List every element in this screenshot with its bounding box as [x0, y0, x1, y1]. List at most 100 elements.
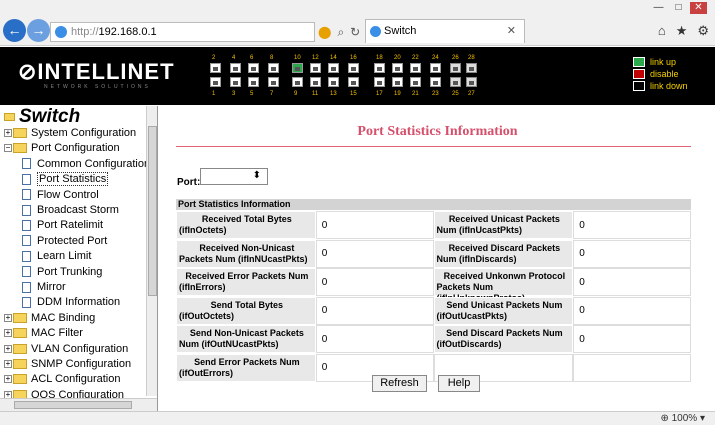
collapse-icon[interactable]: − — [4, 144, 12, 153]
expand-icon[interactable]: + — [4, 375, 12, 384]
sidebar-item[interactable]: Mirror — [22, 280, 66, 295]
port-icon[interactable] — [248, 77, 259, 87]
browser-tab[interactable]: Switch ✕ — [365, 19, 525, 43]
tab-icon — [370, 26, 381, 37]
sidebar-item[interactable]: + VLAN Configuration — [4, 342, 128, 357]
stat-label: Send Error Packets Num (ifOutErrors) — [176, 353, 316, 382]
zoom-level[interactable]: ⊕ 100% ▾ — [660, 413, 705, 424]
sidebar-item[interactable]: Port Statistics — [22, 172, 109, 187]
port-icon[interactable] — [268, 77, 279, 87]
port-icon[interactable] — [410, 63, 421, 73]
sidebar-horizontal-scrollbar[interactable] — [0, 398, 157, 411]
home-icon[interactable]: ⌂ — [658, 23, 666, 39]
port-icon[interactable] — [450, 63, 461, 73]
port-select[interactable]: ⬍ — [200, 168, 268, 185]
legend-link-down: link down — [633, 81, 688, 91]
port-icon[interactable] — [392, 77, 403, 87]
port-icon[interactable] — [392, 63, 403, 73]
sidebar-item-label: Port Configuration — [31, 142, 120, 155]
sidebar-item-label: Learn Limit — [37, 250, 92, 263]
sidebar-item[interactable]: + ACL Configuration — [4, 372, 120, 387]
page-icon — [22, 158, 31, 170]
port-number-bottom: 23 — [432, 91, 439, 97]
port-icon[interactable] — [292, 63, 303, 73]
port-icon[interactable] — [230, 77, 241, 87]
port-icon[interactable] — [348, 77, 359, 87]
sidebar-item[interactable]: Broadcast Storm — [22, 203, 119, 218]
forward-button[interactable]: → — [27, 19, 50, 42]
port-icon[interactable] — [466, 77, 477, 87]
port-icon[interactable] — [210, 77, 221, 87]
sidebar-item[interactable]: − Port Configuration — [4, 141, 120, 156]
sidebar-item-label: Mirror — [37, 281, 66, 293]
port-icon[interactable] — [210, 63, 221, 73]
folder-icon — [13, 328, 27, 339]
sidebar-item[interactable]: + System Configuration — [4, 126, 136, 141]
address-bar[interactable]: http://192.168.0.1 — [50, 22, 315, 42]
sidebar-vertical-scrollbar[interactable] — [146, 106, 157, 396]
sidebar-item[interactable]: Protected Port — [22, 234, 107, 249]
stat-label: Received Non-Unicast Packets Num (ifInNUc… — [176, 239, 316, 268]
expand-icon[interactable]: + — [4, 313, 12, 322]
refresh-button[interactable]: Refresh — [372, 375, 427, 392]
sidebar-item[interactable]: Learn Limit — [22, 249, 91, 264]
port-icon[interactable] — [328, 77, 339, 87]
expand-icon[interactable]: + — [4, 129, 12, 138]
port-icon[interactable] — [268, 63, 279, 73]
port-number-bottom: 15 — [350, 91, 357, 97]
legend-disable: disable — [633, 69, 679, 79]
back-button[interactable]: ← — [3, 19, 26, 42]
sidebar-item[interactable]: Common Configuration — [22, 157, 150, 172]
port-icon[interactable] — [430, 77, 441, 87]
port-icon[interactable] — [248, 63, 259, 73]
help-button[interactable]: Help — [438, 375, 480, 392]
compat-icon[interactable]: ⬤ — [318, 22, 331, 42]
port-icon[interactable] — [430, 63, 441, 73]
sidebar-item[interactable]: Port Trunking — [22, 265, 102, 280]
port-number-top: 18 — [376, 55, 383, 61]
close-tab-icon[interactable]: ✕ — [507, 20, 516, 42]
port-icon[interactable] — [466, 63, 477, 73]
table-row: Send Error Packets Num (ifOutErrors) 0 — [176, 353, 691, 382]
zoom-icon: ⊕ — [660, 413, 669, 424]
gear-icon[interactable]: ⚙ — [697, 23, 709, 39]
sidebar-item[interactable]: Flow Control — [22, 188, 99, 203]
port-icon[interactable] — [230, 63, 241, 73]
port-number-bottom: 17 — [376, 91, 383, 97]
sidebar-item-label: Broadcast Storm — [37, 204, 119, 216]
expand-icon[interactable]: + — [4, 360, 12, 369]
maximize-button[interactable]: □ — [670, 2, 687, 14]
sidebar-item-label: MAC Filter — [31, 327, 83, 340]
port-icon[interactable] — [450, 77, 461, 87]
brand-logo: ⊘INTELLINET — [18, 59, 175, 84]
port-icon[interactable] — [310, 77, 321, 87]
stat-label: Received Discard Packets Num (ifInDiscard… — [433, 239, 574, 268]
sidebar-item[interactable]: + MAC Binding — [4, 311, 95, 326]
stat-value: 0 — [573, 268, 691, 296]
port-number-top: 8 — [270, 55, 274, 61]
minimize-button[interactable]: — — [650, 2, 667, 14]
sidebar-item[interactable]: Port Ratelimit — [22, 218, 103, 233]
expand-icon[interactable]: + — [4, 329, 12, 338]
page-icon — [22, 266, 31, 278]
close-window-button[interactable]: ✕ — [690, 2, 707, 14]
port-icon[interactable] — [374, 63, 385, 73]
port-number-top: 2 — [212, 55, 216, 61]
favorites-icon[interactable]: ★ — [676, 23, 688, 39]
sidebar-item[interactable]: + SNMP Configuration — [4, 357, 131, 372]
search-icon[interactable]: ⌕ — [337, 22, 344, 42]
stat-value: 0 — [573, 325, 691, 353]
folder-icon — [13, 359, 27, 370]
port-icon[interactable] — [310, 63, 321, 73]
sidebar-item[interactable]: + MAC Filter — [4, 326, 83, 341]
sidebar-item-label: Port Statistics — [37, 172, 109, 187]
port-icon[interactable] — [292, 77, 303, 87]
port-icon[interactable] — [410, 77, 421, 87]
stat-label: Received Unkonwn ProtocolPackets Num (if… — [433, 268, 574, 303]
sidebar-item[interactable]: DDM Information — [22, 295, 120, 310]
refresh-icon[interactable]: ↻ — [350, 22, 360, 42]
port-icon[interactable] — [374, 77, 385, 87]
port-icon[interactable] — [328, 63, 339, 73]
expand-icon[interactable]: + — [4, 344, 12, 353]
port-icon[interactable] — [348, 63, 359, 73]
